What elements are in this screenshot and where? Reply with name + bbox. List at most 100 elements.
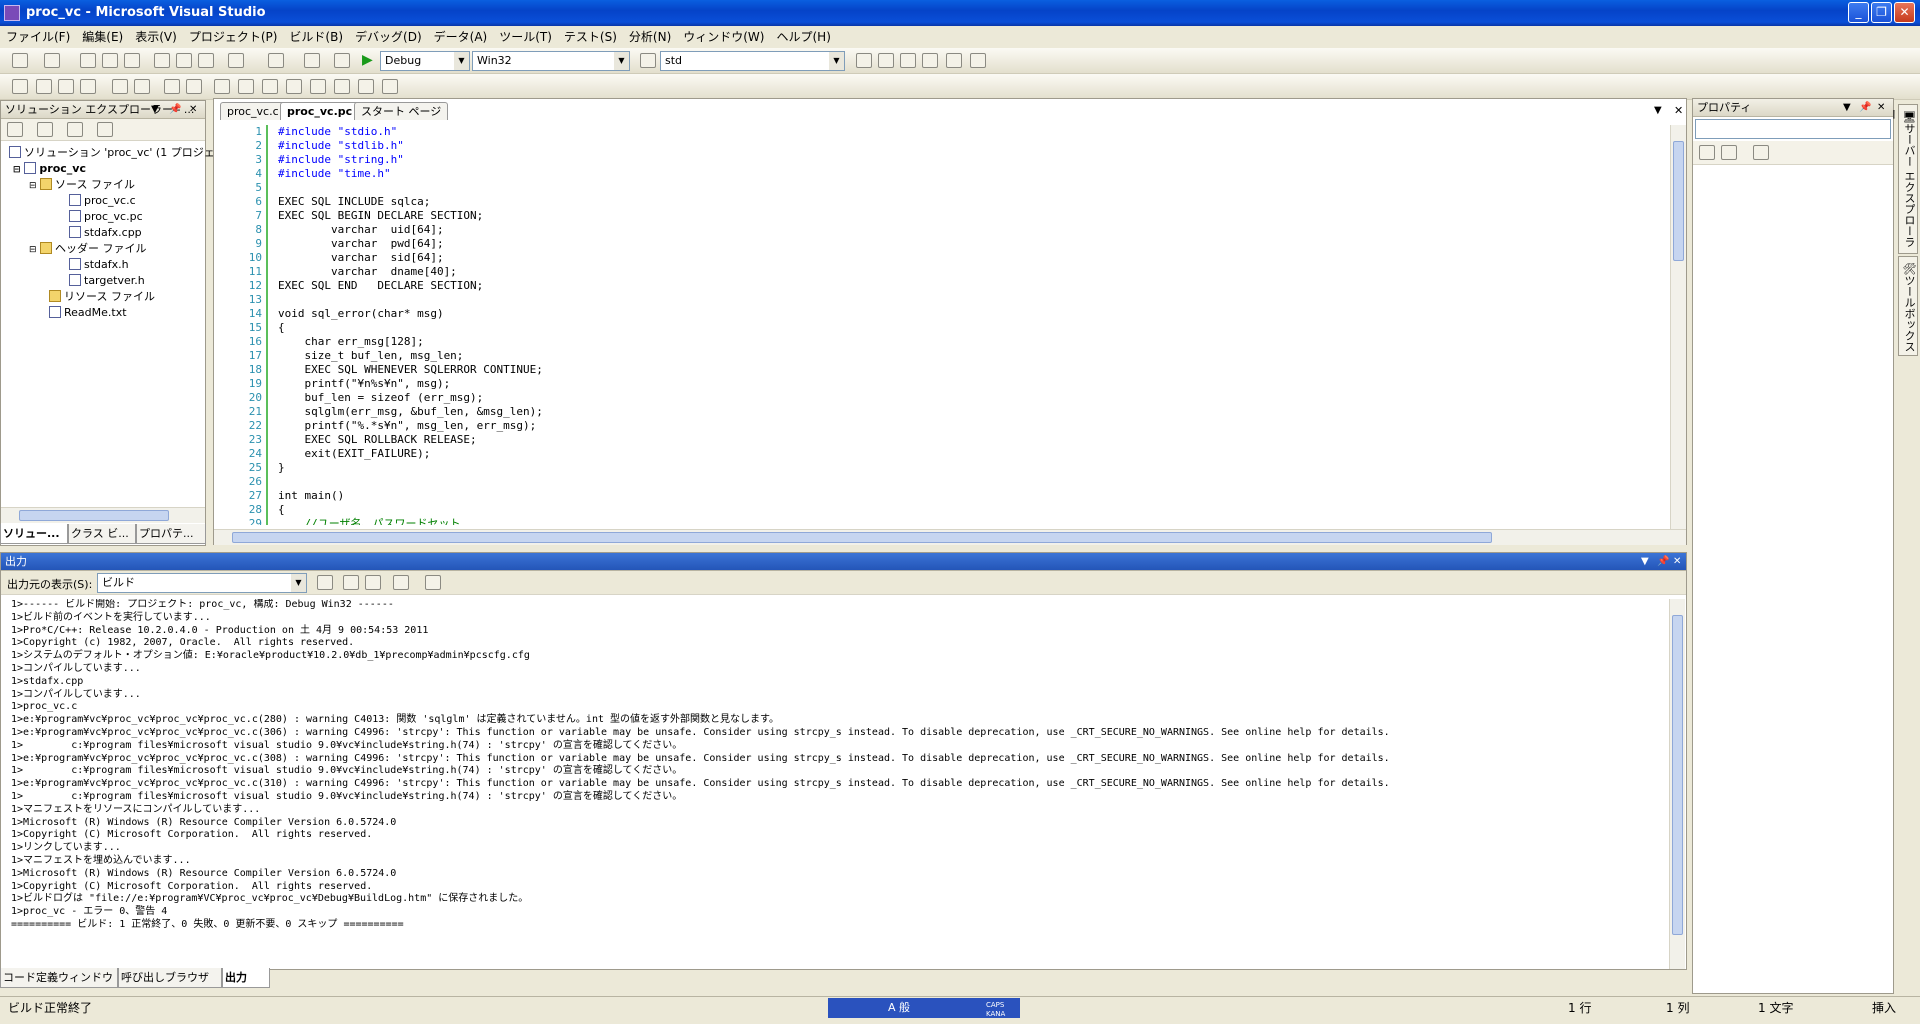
bookmark-icon[interactable] [214,79,230,94]
dropdown-icon[interactable]: ▼ [1843,99,1851,117]
platform-combo[interactable]: Win32 ▼ [472,51,630,71]
code-line[interactable]: 11 varchar dname[40]; [214,265,1674,279]
code-line[interactable]: 9 varchar pwd[64]; [214,237,1674,251]
vertical-scrollbar[interactable] [1670,125,1686,529]
menu-project[interactable]: プロジェクト(P) [183,26,284,48]
code-line[interactable]: 12 EXEC SQL END DECLARE SECTION; [214,279,1674,293]
vertical-scrollbar[interactable] [1669,599,1685,969]
tree-header-files[interactable]: ⊟ ヘッダー ファイル [29,241,147,257]
tab-toolbox[interactable]: 🛠ツールボックス [1898,256,1918,356]
code-line[interactable]: 28 { [214,503,1674,517]
sort-alphabetical-icon[interactable] [1721,145,1737,160]
comment-out-icon[interactable] [164,79,180,94]
code-line[interactable]: 14 void sql_error(char* msg) [214,307,1674,321]
code-line[interactable]: 13 [214,293,1674,307]
next-bookmark-folder-icon[interactable] [310,79,326,94]
tree-file-proc-vc-pc[interactable]: proc_vc.pc [69,209,143,225]
solution-explorer-icon[interactable] [856,53,872,68]
code-line[interactable]: 1 #include "stdio.h" [214,125,1674,139]
tab-code-definition[interactable]: コード定義ウィンドウ [0,968,118,988]
new-project-icon[interactable] [12,53,28,68]
start-page-icon[interactable] [946,53,962,68]
undo-icon[interactable] [228,53,244,68]
code-line[interactable]: 26 [214,475,1674,489]
code-line[interactable]: 27 int main() [214,489,1674,503]
menu-tools[interactable]: ツール(T) [493,26,558,48]
code-line[interactable]: 2 #include "stdlib.h" [214,139,1674,153]
close-icon[interactable]: ✕ [189,101,197,119]
dropdown-icon[interactable]: ▼ [1641,553,1649,571]
scroll-thumb[interactable] [232,532,1492,543]
next-message-icon[interactable] [365,575,381,590]
close-button[interactable]: ✕ [1894,2,1915,23]
find-combo[interactable]: std ▼ [660,51,845,71]
prev-bookmark-folder-icon[interactable] [286,79,302,94]
next-bookmark-icon[interactable] [262,79,278,94]
clear-all-icon[interactable] [393,575,409,590]
menu-file[interactable]: ファイル(F) [0,26,76,48]
tab-start-page[interactable]: スタート ページ [354,102,449,120]
active-files-dropdown-icon[interactable]: ▼ [1654,105,1662,116]
code-area[interactable]: 1 #include "stdio.h" 2 #include "stdlib.h" 3… [214,125,1674,525]
collapse-icon[interactable]: ⊟ [29,181,37,191]
outdent-icon[interactable] [112,79,128,94]
code-line[interactable]: 6 EXEC SQL INCLUDE sqlca; [214,195,1674,209]
property-pages-icon[interactable] [1753,145,1769,160]
code-line[interactable]: 5 [214,181,1674,195]
code-line[interactable]: 19 printf("¥n%s¥n", msg); [214,377,1674,391]
code-line[interactable]: 3 #include "string.h" [214,153,1674,167]
find-in-files-icon[interactable] [640,53,656,68]
show-all-files-icon[interactable] [37,122,53,137]
navigate-forward-icon[interactable] [334,53,350,68]
start-debugging-icon[interactable]: ▶ [362,52,373,68]
code-line[interactable]: 23 EXEC SQL ROLLBACK RELEASE; [214,433,1674,447]
prev-bookmark-icon[interactable] [238,79,254,94]
find-message-icon[interactable] [317,575,333,590]
code-line[interactable]: 16 char err_msg[128]; [214,335,1674,349]
tab-proc-vc-pc[interactable]: proc_vc.pc [280,102,360,120]
next-bookmark-doc-icon[interactable] [358,79,374,94]
prev-message-icon[interactable] [343,575,359,590]
code-line[interactable]: 15 { [214,321,1674,335]
tree-file-stdafx-h[interactable]: stdafx.h [69,257,129,273]
menu-test[interactable]: テスト(S) [558,26,623,48]
close-icon[interactable]: ✕ [1673,553,1681,571]
collapse-icon[interactable]: ⊟ [29,245,37,255]
code-line[interactable]: 20 buf_len = sizeof (err_msg); [214,391,1674,405]
code-line[interactable]: 10 varchar sid[64]; [214,251,1674,265]
code-line[interactable]: 8 varchar uid[64]; [214,223,1674,237]
minimize-button[interactable]: _ [1848,2,1869,23]
tab-solution-explorer[interactable]: ソリュー... [0,524,68,544]
clear-bookmarks-icon[interactable] [382,79,398,94]
object-browser-icon[interactable] [900,53,916,68]
prev-bookmark-doc-icon[interactable] [334,79,350,94]
tree-file-readme[interactable]: ReadMe.txt [49,305,127,321]
tree-solution[interactable]: ソリューション 'proc_vc' (1 プロジェクト [9,145,237,161]
menu-analyze[interactable]: 分析(N) [623,26,677,48]
ime-mode[interactable]: A 般 [888,1001,910,1014]
ime-bar[interactable]: A 般 CAPS KANA [828,998,1020,1018]
tab-class-view[interactable]: クラス ビ... [68,524,136,544]
toolbox-icon[interactable] [922,53,938,68]
tab-proc-vc-c[interactable]: proc_vc.c [220,102,286,120]
tab-output[interactable]: 出力 [222,968,270,988]
object-selector[interactable] [1695,119,1891,139]
quick-info-icon[interactable] [58,79,74,94]
tree-file-proc-vc-c[interactable]: proc_vc.c [69,193,136,209]
complete-word-icon[interactable] [80,79,96,94]
code-line[interactable]: 21 sqlglm(err_msg, &buf_len, &msg_len); [214,405,1674,419]
cut-icon[interactable] [154,53,170,68]
paste-icon[interactable] [198,53,214,68]
tree-file-targetver-h[interactable]: targetver.h [69,273,145,289]
code-line[interactable]: 17 size_t buf_len, msg_len; [214,349,1674,363]
code-line[interactable]: 18 EXEC SQL WHENEVER SQLERROR CONTINUE; [214,363,1674,377]
menu-view[interactable]: 表示(V) [129,26,183,48]
code-line[interactable]: 24 exit(EXIT_FAILURE); [214,447,1674,461]
menu-debug[interactable]: デバッグ(D) [349,26,428,48]
horizontal-scrollbar[interactable] [1,507,205,523]
tree-resource-files[interactable]: リソース ファイル [49,289,155,305]
word-wrap-icon[interactable] [425,575,441,590]
view-class-diagram-icon[interactable] [97,122,113,137]
scroll-thumb[interactable] [1673,141,1684,261]
tree-source-files[interactable]: ⊟ ソース ファイル [29,177,135,193]
